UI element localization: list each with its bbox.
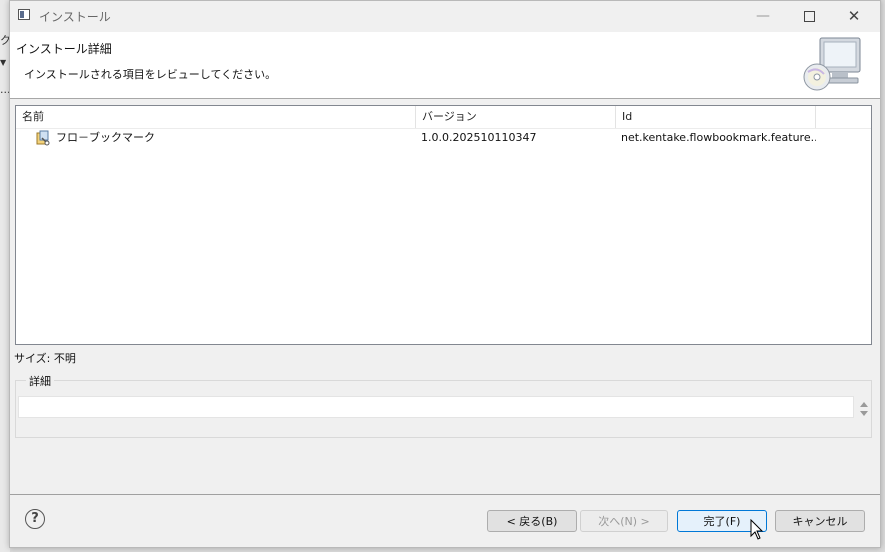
details-text-field[interactable] bbox=[18, 396, 854, 418]
maximize-button[interactable] bbox=[786, 1, 832, 31]
details-group-label: 詳細 bbox=[26, 373, 54, 389]
window-title: インストール bbox=[39, 10, 111, 24]
row-version: 1.0.0.202510110347 bbox=[421, 131, 537, 144]
row-name: フロ－ブックマーク bbox=[56, 131, 155, 144]
table-row[interactable]: フロ－ブックマーク 1.0.0.202510110347 net.kentake… bbox=[16, 128, 871, 148]
wizard-header: インストール詳細 インストールされる項目をレビューしてください。 bbox=[10, 32, 880, 99]
install-dialog: インストール — ✕ インストール詳細 インストールされる項目をレビューしてくだ… bbox=[9, 0, 881, 548]
minimize-icon: — bbox=[756, 8, 770, 24]
install-items-table[interactable]: 名前 バージョン Id フロ－ブックマーク 1.0.0.202510110347… bbox=[15, 105, 872, 345]
window-app-icon bbox=[18, 9, 30, 20]
computer-cd-icon bbox=[803, 37, 861, 91]
cancel-button[interactable]: キャンセル bbox=[775, 510, 865, 532]
close-icon: ✕ bbox=[847, 7, 861, 25]
column-header-version[interactable]: バージョン bbox=[416, 106, 616, 128]
next-button[interactable]: 次へ(N) > bbox=[580, 510, 668, 532]
background-text-fragment: ▼ bbox=[0, 58, 7, 67]
column-header-name[interactable]: 名前 bbox=[16, 106, 416, 128]
column-header-id[interactable]: Id bbox=[616, 106, 816, 128]
feature-icon bbox=[36, 130, 50, 146]
mouse-cursor-icon bbox=[750, 519, 764, 540]
help-icon[interactable]: ? bbox=[25, 509, 45, 529]
minimize-button[interactable]: — bbox=[740, 1, 786, 31]
page-title: インストール詳細 bbox=[16, 42, 112, 56]
details-group: 詳細 bbox=[15, 373, 872, 438]
row-id: net.kentake.flowbookmark.feature.... bbox=[621, 131, 816, 144]
page-description: インストールされる項目をレビューしてください。 bbox=[24, 68, 277, 81]
back-button[interactable]: < 戻る(B) bbox=[487, 510, 577, 532]
table-header: 名前 バージョン Id bbox=[16, 106, 871, 129]
footer-separator bbox=[10, 494, 880, 495]
size-label: サイズ: 不明 bbox=[14, 352, 76, 365]
maximize-icon bbox=[803, 10, 815, 22]
details-scroll-arrows[interactable] bbox=[859, 399, 869, 419]
close-button[interactable]: ✕ bbox=[831, 1, 877, 31]
title-bar: インストール — ✕ bbox=[10, 1, 880, 31]
